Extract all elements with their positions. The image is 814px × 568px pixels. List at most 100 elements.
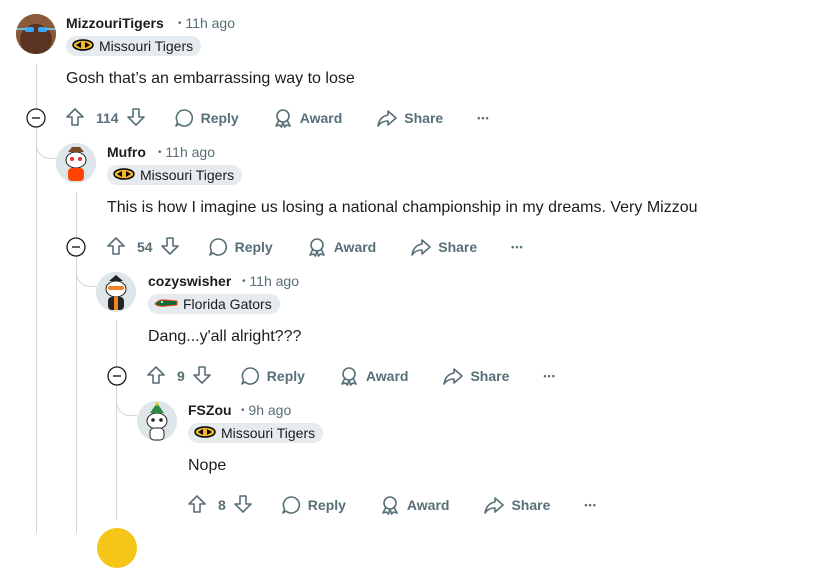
upvote-button[interactable] xyxy=(64,106,86,131)
flair-label: Missouri Tigers xyxy=(221,425,316,441)
share-button[interactable]: Share xyxy=(376,107,443,129)
tiger-logo-icon xyxy=(194,425,216,441)
gator-logo-icon xyxy=(154,296,178,312)
avatar[interactable] xyxy=(137,401,177,441)
thread-line-level-1[interactable] xyxy=(36,64,37,533)
award-label: Award xyxy=(406,497,450,513)
username[interactable]: cozyswisher xyxy=(148,273,231,289)
speech-bubble-icon xyxy=(281,496,300,514)
award-ribbon-icon xyxy=(382,496,398,515)
avatar[interactable] xyxy=(96,272,136,312)
share-button[interactable]: Share xyxy=(483,494,550,516)
reply-button[interactable]: Reply xyxy=(239,365,305,387)
share-arrow-icon xyxy=(484,497,505,514)
share-label: Share xyxy=(438,239,478,255)
flair-label: Missouri Tigers xyxy=(140,167,235,183)
comment-body: This is how I imagine us losing a nation… xyxy=(107,199,698,216)
downvote-button[interactable] xyxy=(125,106,147,131)
speech-bubble-icon xyxy=(240,367,259,385)
arrow-up-icon xyxy=(188,494,206,513)
vote-count: 8 xyxy=(218,497,226,513)
flair-label: Missouri Tigers xyxy=(99,38,194,54)
share-label: Share xyxy=(404,110,444,126)
username[interactable]: MizzouriTigers xyxy=(66,15,164,31)
comment-actions: 9 Reply Award Share ••• xyxy=(145,364,556,388)
comment-actions: 54 Reply Award Share ••• xyxy=(105,235,524,259)
time-text: 11h ago xyxy=(165,144,215,160)
award-ribbon-icon xyxy=(308,238,325,257)
user-flair: Missouri Tigers xyxy=(66,36,202,56)
separator-dot: • xyxy=(242,276,246,287)
comment-body: Gosh that’s an embarrassing way to lose xyxy=(66,70,355,87)
share-button[interactable]: Share xyxy=(442,365,509,387)
timestamp[interactable]: • 11h ago xyxy=(158,144,215,160)
avatar[interactable] xyxy=(16,14,56,54)
speech-bubble-icon xyxy=(174,109,193,127)
arrow-up-icon xyxy=(147,365,165,384)
comment-actions: 114 Reply Award Share ••• xyxy=(64,106,490,130)
comment-body: Dang...y'all alright??? xyxy=(148,328,302,345)
avatar[interactable] xyxy=(56,143,96,183)
reply-button[interactable]: Reply xyxy=(207,236,273,258)
user-flair: Florida Gators xyxy=(148,294,280,314)
vote-count: 114 xyxy=(96,110,119,126)
downvote-button[interactable] xyxy=(159,235,181,260)
reply-button[interactable]: Reply xyxy=(280,494,346,516)
thread-connector xyxy=(116,395,137,416)
downvote-button[interactable] xyxy=(191,364,213,389)
downvote-button[interactable] xyxy=(232,493,254,518)
username[interactable]: FSZou xyxy=(188,402,232,418)
arrow-down-icon xyxy=(160,236,179,255)
separator-dot: • xyxy=(241,405,245,416)
share-arrow-icon xyxy=(443,368,464,385)
award-label: Award xyxy=(365,368,409,384)
thread-connector xyxy=(36,138,57,159)
tiger-logo-icon xyxy=(113,167,135,183)
more-options-button[interactable]: ••• xyxy=(477,113,489,123)
speech-bubble-icon xyxy=(208,238,227,256)
award-button[interactable]: Award xyxy=(379,494,450,516)
vote-count: 9 xyxy=(177,368,185,384)
reply-label: Reply xyxy=(266,368,305,384)
avatar[interactable] xyxy=(97,528,137,568)
timestamp[interactable]: • 11h ago xyxy=(242,273,299,289)
share-arrow-icon xyxy=(411,239,432,256)
reply-button[interactable]: Reply xyxy=(173,107,239,129)
share-button[interactable]: Share xyxy=(410,236,477,258)
timestamp[interactable]: • 9h ago xyxy=(241,402,291,418)
upvote-button[interactable] xyxy=(145,364,167,389)
award-button[interactable]: Award xyxy=(338,365,409,387)
award-button[interactable]: Award xyxy=(272,107,343,129)
share-label: Share xyxy=(470,368,510,384)
reply-label: Reply xyxy=(200,110,239,126)
share-arrow-icon xyxy=(377,110,398,127)
thread-connector xyxy=(76,266,97,287)
comment-actions: 8 Reply Award Share ••• xyxy=(186,493,597,517)
award-label: Award xyxy=(333,239,377,255)
arrow-up-icon xyxy=(66,107,84,126)
separator-dot: • xyxy=(158,147,162,158)
collapse-button[interactable] xyxy=(66,237,86,257)
upvote-button[interactable] xyxy=(186,493,208,518)
thread-line-level-3[interactable] xyxy=(116,320,117,520)
more-options-button[interactable]: ••• xyxy=(543,371,555,381)
share-label: Share xyxy=(511,497,551,513)
arrow-down-icon xyxy=(192,365,211,384)
more-options-button[interactable]: ••• xyxy=(584,500,596,510)
award-button[interactable]: Award xyxy=(306,236,377,258)
reply-label: Reply xyxy=(307,497,346,513)
timestamp[interactable]: • 11h ago xyxy=(178,15,235,31)
arrow-down-icon xyxy=(233,494,252,513)
award-ribbon-icon xyxy=(341,367,357,386)
collapse-button[interactable] xyxy=(26,108,46,128)
arrow-up-icon xyxy=(107,236,125,255)
reply-label: Reply xyxy=(234,239,273,255)
collapse-button[interactable] xyxy=(107,366,127,386)
time-text: 11h ago xyxy=(249,273,299,289)
username[interactable]: Mufro xyxy=(107,144,146,160)
upvote-button[interactable] xyxy=(105,235,127,260)
comment-body: Nope xyxy=(188,457,227,474)
award-label: Award xyxy=(299,110,343,126)
more-options-button[interactable]: ••• xyxy=(511,242,523,252)
tiger-logo-icon xyxy=(72,38,94,54)
